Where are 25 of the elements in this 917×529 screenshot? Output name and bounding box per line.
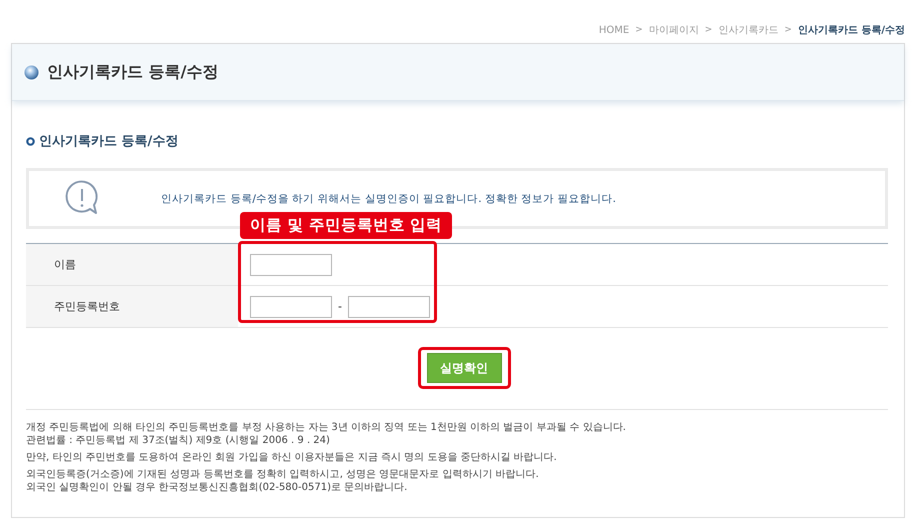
verify-button[interactable]: 실명확인 — [426, 353, 502, 383]
annotation-label: 이름 및 주민등록번호 입력 — [240, 212, 452, 239]
notice-text: 인사기록카드 등록/수정을 하기 위해서는 실명인증이 필요합니다. 정확한 정보가 필요합니다. — [161, 192, 616, 206]
section-title: 인사기록카드 등록/수정 — [39, 133, 178, 150]
breadcrumb-link[interactable]: HOME — [598, 24, 630, 36]
notice-line: 관련법률 : 주민등록법 제 37조(벌칙) 제9호 (시행일 2006 . 9 . 24) — [26, 434, 331, 447]
notice-line: 개정 주민등록법에 의해 타인의 주민등록번호를 부정 사용하는 자는 3년 이하의 징역 또는 1천만원 이하의 벌금이 부과될 수 있습니다. — [26, 421, 627, 434]
notice-line: 외국인 실명확인이 안될 경우 한국정보통신진흥협회(02-580-0571)로 문의바랍니다. — [26, 481, 408, 494]
id-number-input[interactable] — [250, 296, 332, 318]
breadcrumb-separator: > — [635, 25, 643, 35]
name-input[interactable] — [250, 254, 332, 276]
bullet-icon — [26, 136, 35, 146]
breadcrumb-separator: > — [784, 25, 792, 35]
dash-separator: - — [338, 300, 342, 313]
breadcrumb-current: 인사기록카드 등록/수정 — [798, 24, 905, 37]
field-label: 이름 — [26, 244, 238, 285]
breadcrumb-link[interactable]: 인사기록카드 — [718, 23, 778, 37]
field-label: 주민등록번호 — [26, 286, 238, 327]
breadcrumb-separator: > — [704, 25, 712, 35]
breadcrumb-link[interactable]: 마이페이지 — [648, 23, 699, 37]
id-number-input[interactable] — [348, 296, 430, 318]
notice-line: 만약, 타인의 주민번호를 도용하여 온라인 회원 가입을 하신 이용자분들은 지금 즉시 명의 도용을 중단하시길 바랍니다. — [26, 451, 558, 464]
page-title: 인사기록카드 등록/수정 — [47, 62, 218, 82]
bullet-icon — [24, 64, 39, 80]
notice-line: 외국인등록증(거소증)에 기재된 성명과 등록번호를 정확히 입력하시고, 성명은 영문대문자로 입력하시기 바랍니다. — [26, 468, 540, 481]
